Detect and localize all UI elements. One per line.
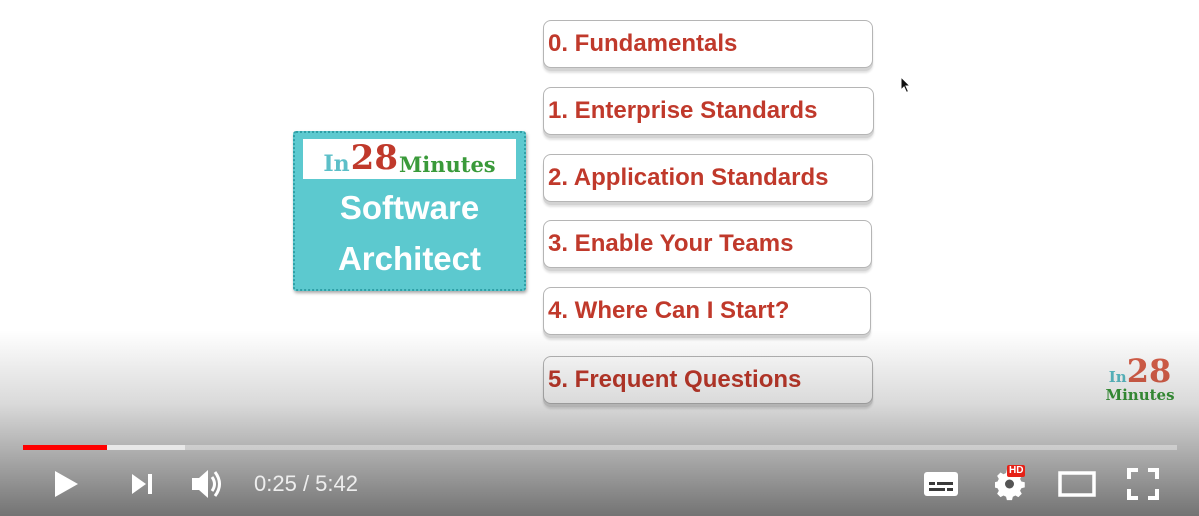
subtitles-button[interactable]	[918, 462, 964, 506]
duration: 5:42	[315, 471, 358, 496]
theater-mode-button[interactable]	[1054, 462, 1100, 506]
agenda-item-2: 2. Application Standards	[543, 154, 873, 202]
agenda-item-5: 5. Frequent Questions	[543, 356, 873, 404]
fullscreen-button[interactable]	[1121, 462, 1165, 506]
logo-number-text: 28	[350, 138, 398, 178]
progress-bar[interactable]	[23, 445, 1177, 450]
agenda-item-label: 5. Frequent Questions	[548, 366, 802, 393]
agenda-item-label: 4. Where Can I Start?	[548, 297, 790, 324]
time-display: 0:25 / 5:42	[254, 472, 358, 496]
agenda-item-label: 3. Enable Your Teams	[548, 230, 794, 257]
mouse-cursor-icon	[900, 76, 912, 94]
watermark-number-text: 28	[1126, 352, 1172, 390]
agenda-item-label: 0. Fundamentals	[548, 30, 738, 57]
agenda-item-1: 1. Enterprise Standards	[543, 87, 874, 135]
watermark-in-text: In	[1108, 368, 1127, 386]
subtitles-icon	[924, 472, 958, 496]
fullscreen-icon	[1127, 468, 1159, 500]
agenda-item-3: 3. Enable Your Teams	[543, 220, 872, 268]
course-title-line-2: Architect	[337, 240, 482, 277]
watermark-minutes-text: Minutes	[1105, 386, 1175, 404]
theater-mode-icon	[1058, 471, 1096, 497]
agenda-item-4: 4. Where Can I Start?	[543, 287, 871, 335]
hd-badge: HD	[1007, 465, 1026, 477]
volume-button[interactable]	[186, 462, 230, 506]
progress-played	[23, 445, 108, 450]
settings-button[interactable]: HD	[990, 462, 1034, 506]
video-player[interactable]: In 28 Minutes Software Architect 0. Fundam…	[0, 0, 1199, 516]
logo-minutes-text: Minutes	[398, 152, 496, 177]
course-logo-card: In 28 Minutes Software Architect	[293, 131, 526, 291]
play-icon	[55, 471, 78, 497]
course-title-line-1: Software	[339, 189, 480, 226]
play-button[interactable]	[44, 462, 88, 506]
volume-icon	[192, 470, 221, 498]
next-button[interactable]	[120, 462, 164, 506]
agenda-item-label: 1. Enterprise Standards	[548, 97, 818, 124]
logo-in-text: In	[323, 151, 350, 177]
agenda-item-label: 2. Application Standards	[548, 164, 829, 191]
in28minutes-logo: In 28 Minutes	[303, 139, 516, 179]
agenda-item-0: 0. Fundamentals	[543, 20, 873, 68]
next-icon	[132, 474, 152, 494]
channel-watermark[interactable]: In28 Minutes	[1103, 352, 1177, 426]
current-time: 0:25	[254, 471, 297, 496]
time-separator: /	[296, 471, 316, 496]
